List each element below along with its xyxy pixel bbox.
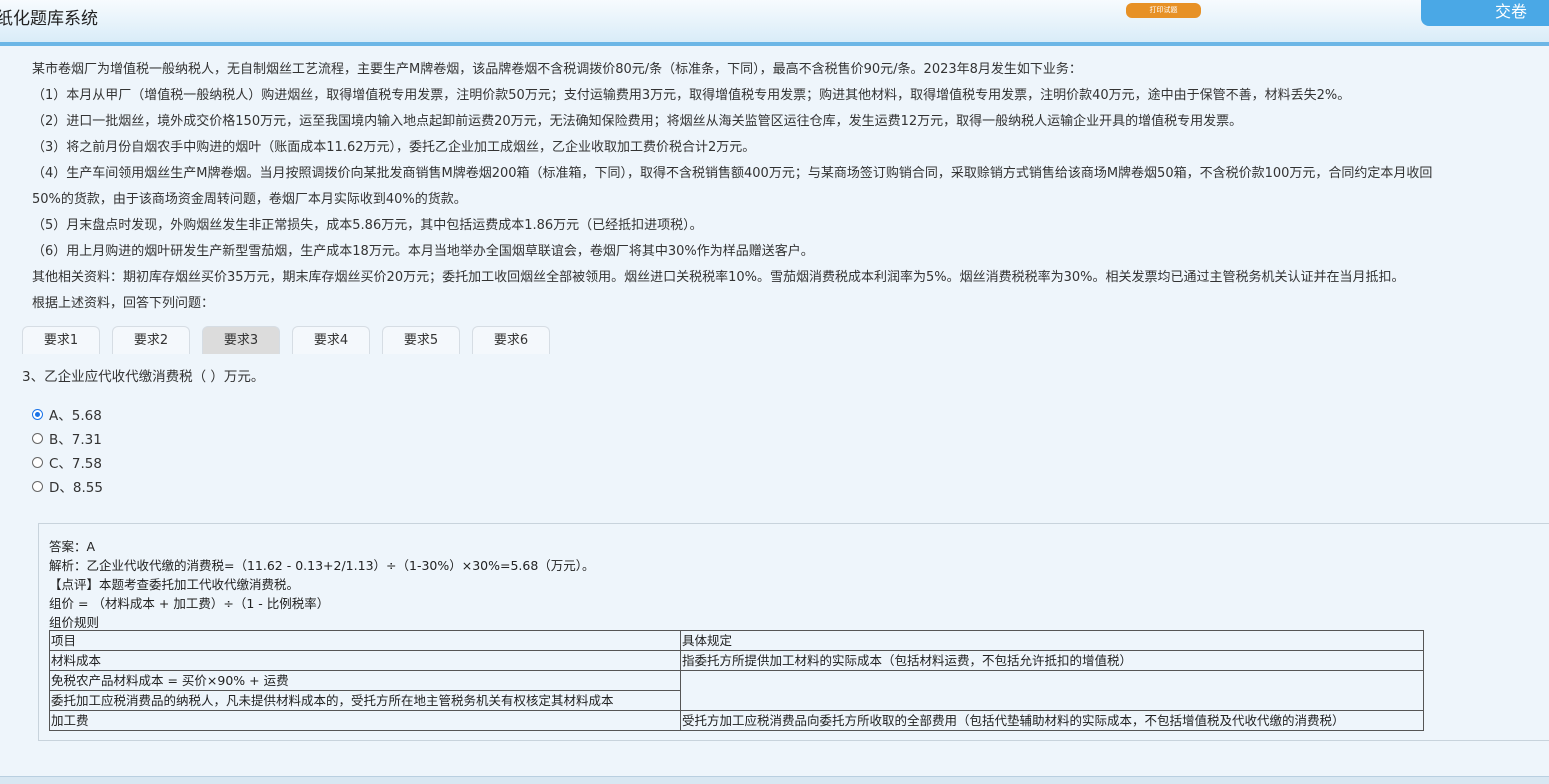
table-cell: 指委托方所提供加工材料的实际成本（包括材料运费，不包括允许抵扣的增值税） — [680, 650, 1424, 671]
app-title: 纸化题库系统 — [0, 9, 98, 29]
table-row: 材料成本 指委托方所提供加工材料的实际成本（包括材料运费，不包括允许抵扣的增值税… — [49, 650, 1424, 671]
tab-requirement-5[interactable]: 要求5 — [382, 326, 460, 354]
header-bar: 纸化题库系统 打印试题 交卷 — [0, 0, 1549, 46]
table-row: 免税农产品材料成本 = 买价×90% + 运费 — [49, 670, 1424, 711]
tab-requirement-2[interactable]: 要求2 — [112, 326, 190, 354]
radio-button-selected[interactable] — [32, 408, 43, 420]
tab-requirement-6[interactable]: 要求6 — [472, 326, 550, 354]
stem-paragraph: （5）月末盘点时发现，外购烟丝发生非正常损失，成本5.86万元，其中包括运费成本… — [32, 218, 703, 233]
table-cell — [680, 670, 1424, 711]
table-header-cell: 项目 — [49, 630, 681, 651]
table-cell: 免税农产品材料成本 = 买价×90% + 运费 — [49, 670, 681, 691]
question-stem: 某市卷烟厂为增值税一般纳税人，无自制烟丝工艺流程，主要生产M牌卷烟，该品牌卷烟不… — [32, 57, 1547, 317]
table-cell: 受托方加工应税消费品向委托方所收取的全部费用（包括代垫辅助材料的实际成本，不包括… — [680, 710, 1424, 731]
print-button[interactable]: 打印试题 — [1126, 3, 1201, 18]
table-header-row: 项目 具体规定 — [49, 630, 1424, 651]
answer-explanation-box: 答案：A 解析：乙企业代收代缴的消费税=（11.62 - 0.13+2/1.13… — [38, 523, 1549, 741]
option-d[interactable]: D、8.55 — [32, 474, 103, 498]
formula-line: 组价 = （材料成本 + 加工费）÷（1 - 比例税率） — [49, 596, 330, 611]
radio-button[interactable] — [32, 432, 43, 444]
stem-paragraph: （3）将之前月份自烟农手中购进的烟叶（账面成本11.62万元），委托乙企业加工成… — [32, 140, 756, 155]
stem-paragraph: 50%的货款，由于该商场资金周转问题，卷烟厂本月实际收到40%的货款。 — [32, 192, 467, 207]
stem-paragraph: （4）生产车间领用烟丝生产M牌卷烟。当月按照调拨价向某批发商销售M牌卷烟200箱… — [32, 166, 1433, 181]
analysis-line: 解析：乙企业代收代缴的消费税=（11.62 - 0.13+2/1.13）÷（1-… — [49, 558, 595, 573]
stem-paragraph: （6）用上月购进的烟叶研发生产新型雪茄烟，生产成本18万元。本月当地举办全国烟草… — [32, 244, 814, 259]
option-a[interactable]: A、5.68 — [32, 402, 103, 426]
option-label: D、8.55 — [49, 480, 103, 496]
table-header-cell: 具体规定 — [680, 630, 1424, 651]
stem-paragraph: （2）进口一批烟丝，境外成交价格150万元，运至我国境内输入地点起卸前运费20万… — [32, 114, 1243, 129]
tab-requirement-1[interactable]: 要求1 — [22, 326, 100, 354]
question-text: 3、乙企业应代收代缴消费税（ ）万元。 — [22, 369, 265, 385]
submit-exam-button[interactable]: 交卷 — [1421, 0, 1549, 26]
option-label: C、7.58 — [49, 456, 102, 472]
pricing-rules-table: 项目 具体规定 材料成本 指委托方所提供加工材料的实际成本（包括材料运费，不包括… — [49, 630, 1424, 731]
answer-options: A、5.68 B、7.31 C、7.58 D、8.55 — [32, 402, 103, 498]
table-row: 加工费 受托方加工应税消费品向委托方所收取的全部费用（包括代垫辅助材料的实际成本… — [49, 710, 1424, 731]
answer-text: 答案：A 解析：乙企业代收代缴的消费税=（11.62 - 0.13+2/1.13… — [49, 537, 595, 632]
option-c[interactable]: C、7.58 — [32, 450, 103, 474]
table-cell: 材料成本 — [49, 650, 681, 671]
table-cell: 委托加工应税消费品的纳税人，凡未提供材料成本的，受托方所在地主管税务机关有权核定… — [49, 690, 681, 711]
radio-button[interactable] — [32, 480, 43, 492]
stem-paragraph: 某市卷烟厂为增值税一般纳税人，无自制烟丝工艺流程，主要生产M牌卷烟，该品牌卷烟不… — [32, 62, 1082, 77]
tab-requirement-3[interactable]: 要求3 — [202, 326, 280, 354]
option-b[interactable]: B、7.31 — [32, 426, 103, 450]
table-cell: 加工费 — [49, 710, 681, 731]
radio-button[interactable] — [32, 456, 43, 468]
option-label: A、5.68 — [49, 408, 102, 424]
comment-line: 【点评】本题考查委托加工代收代缴消费税。 — [49, 577, 300, 592]
answer-line: 答案：A — [49, 539, 96, 554]
stem-paragraph: （1）本月从甲厂（增值税一般纳税人）购进烟丝，取得增值税专用发票，注明价款50万… — [32, 88, 1351, 103]
option-label: B、7.31 — [49, 432, 102, 448]
stem-paragraph: 其他相关资料：期初库存烟丝买价35万元，期末库存烟丝买价20万元；委托加工收回烟… — [32, 270, 1405, 285]
tab-requirement-4[interactable]: 要求4 — [292, 326, 370, 354]
stem-paragraph: 根据上述资料，回答下列问题： — [32, 296, 215, 311]
